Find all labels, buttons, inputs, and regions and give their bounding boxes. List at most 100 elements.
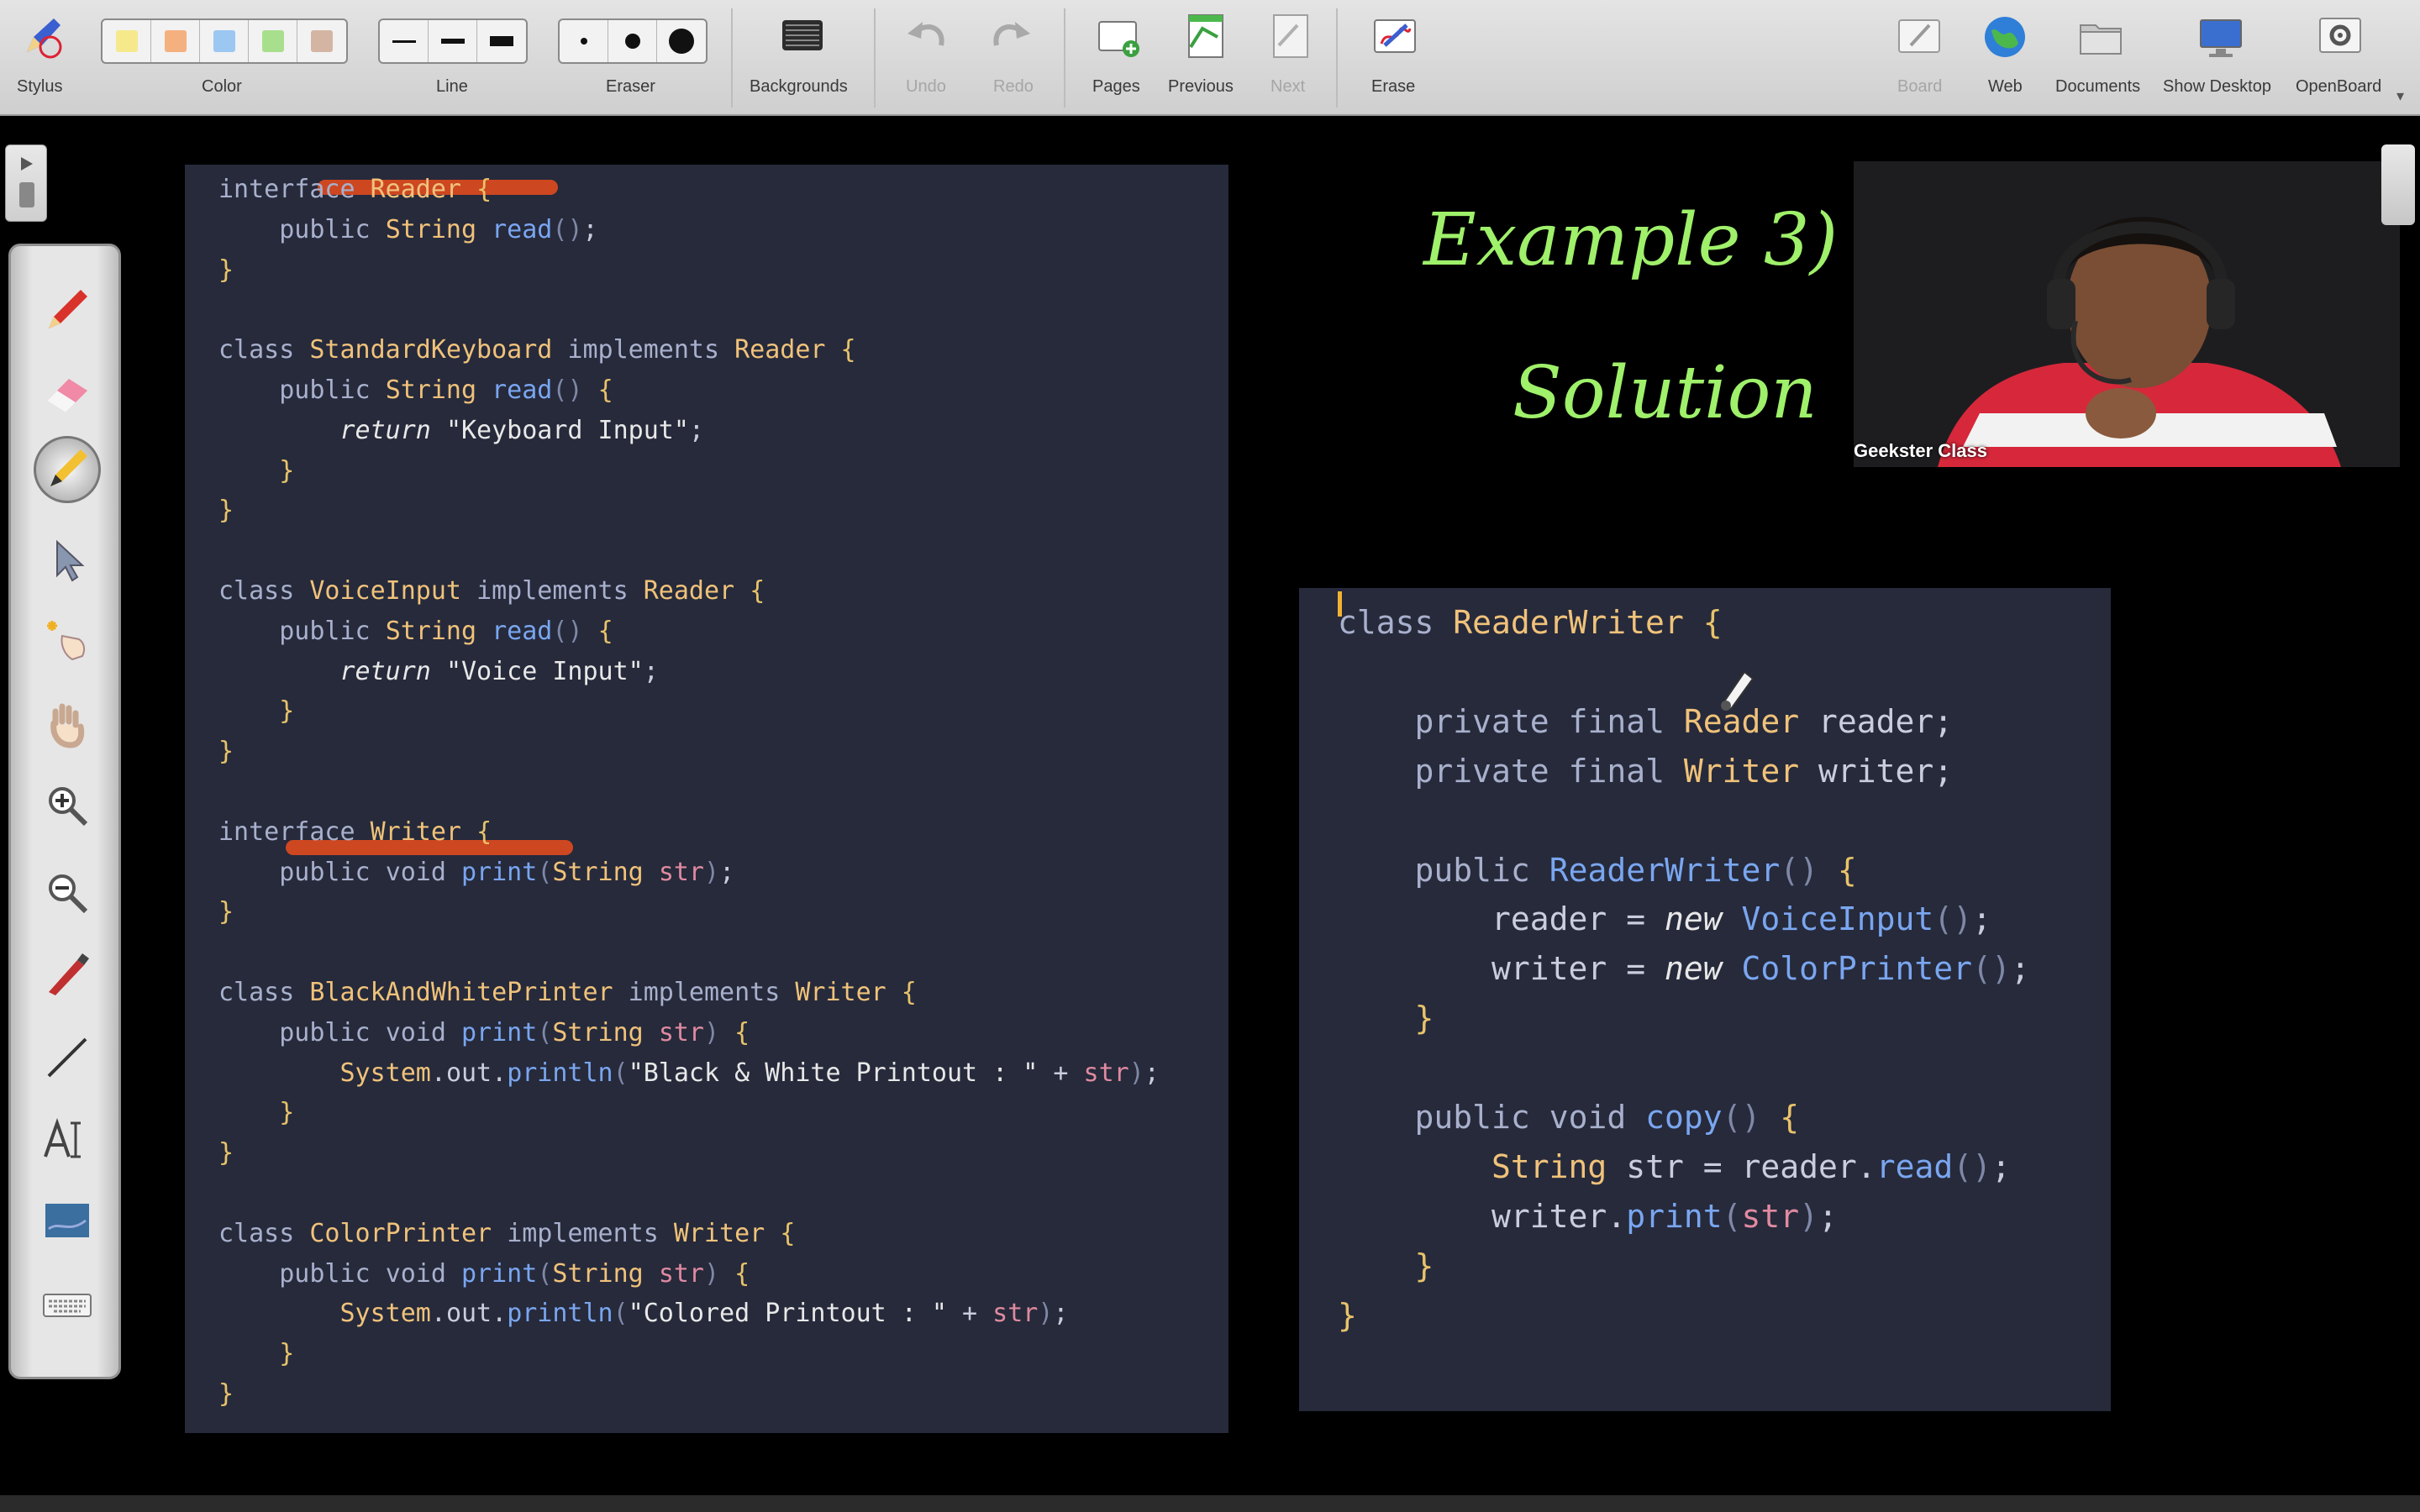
redo-button[interactable]: Redo [983,0,1040,116]
status-strip [0,1495,2420,1512]
line-icon [47,1037,87,1078]
toolbar-separator [874,8,876,108]
right-drawer-handle[interactable] [2381,144,2415,225]
stylus-button[interactable]: Stylus [8,0,76,116]
line-medium[interactable] [429,20,477,62]
erase-board-icon [1370,12,1420,62]
code-line: private final Writer writer; [1414,752,1954,790]
code-line: public void print(String str) { [279,1258,750,1289]
zoom-out-tool[interactable] [34,859,101,927]
code-line: public void copy() { [1414,1099,1800,1136]
line-thin[interactable] [380,20,429,62]
pen-icon [49,290,87,328]
code-line: public void print(String str); [279,857,735,887]
openboard-button[interactable]: OpenBoard [2291,0,2390,116]
eraser-tool[interactable] [34,359,101,426]
code-line: } [218,737,234,767]
show-desktop-icon [2196,12,2246,62]
web-label: Web [1988,77,2023,96]
erase-button[interactable]: Erase [1366,0,1423,116]
color-swatch[interactable] [200,20,249,62]
webcam-participant-name: Geekster Class [1854,440,1987,461]
previous-button[interactable]: Previous [1163,0,1245,116]
web-button[interactable]: Web [1976,0,2033,116]
zoom-in-icon [49,787,88,827]
eraser-medium[interactable] [608,20,657,62]
palette-toggle-button[interactable] [5,144,47,222]
erase-label: Erase [1371,77,1416,96]
color-swatch[interactable] [297,20,346,62]
handwritten-subtitle: Solution [1512,351,1818,435]
line-pen-tool[interactable] [34,940,101,1007]
keyboard-icon [43,1294,92,1317]
pages-icon [1092,12,1143,62]
backgrounds-icon [777,12,828,62]
code-snippet-interfaces: interface Reader { public String read();… [185,165,1228,1433]
eraser-label: Eraser [606,77,655,96]
code-line: interface Reader { [218,175,492,204]
pen-tool[interactable] [34,276,101,344]
line-thick[interactable] [477,20,526,62]
backgrounds-button[interactable]: Backgrounds [746,0,859,116]
board-button[interactable]: Board [1891,0,1948,116]
eraser-small[interactable] [560,20,608,62]
zoom-in-tool[interactable] [34,772,101,839]
code-line: } [218,1138,234,1168]
handwritten-annotation: Example 3) Solution [1395,168,1838,470]
play-arrow-icon [19,157,34,207]
color-selector[interactable] [101,18,348,64]
line-tool[interactable] [34,1024,101,1091]
code-snippet-readerwriter: class ReaderWriter { private final Reade… [1299,588,2111,1411]
line-pen-icon [49,953,89,995]
code-line: } [218,897,234,927]
code-line: } [218,255,234,285]
pages-button[interactable]: Pages [1087,0,1148,116]
next-label: Next [1270,77,1306,96]
show-desktop-button[interactable]: Show Desktop [2160,0,2282,116]
previous-page-icon [1179,12,1229,62]
code-line: } [1414,1247,1434,1284]
pen-cursor-icon [1721,670,1754,711]
code-line: } [1414,1000,1434,1037]
documents-label: Documents [2055,77,2141,96]
toolbar-separator [731,8,733,108]
code-line: interface Writer { [218,816,492,847]
line-width-selector[interactable] [378,18,528,64]
code-line: public String read() { [279,375,613,405]
hand-icon [50,703,85,748]
tool-palette [8,244,121,1379]
eraser-large[interactable] [657,20,706,62]
eraser-size-selector[interactable] [558,18,708,64]
marker-icon [50,449,87,486]
color-swatch[interactable] [249,20,297,62]
text-tool[interactable] [34,1106,101,1173]
chevron-down-icon[interactable]: ▾ [2396,87,2404,105]
code-line: public String read(); [279,214,598,244]
webcam-video [1854,161,2400,467]
code-line: writer = new ColorPrinter(); [1491,950,2030,988]
zoom-out-icon [49,874,88,914]
documents-button[interactable]: Documents [2050,0,2151,116]
undo-button[interactable]: Undo [897,0,955,116]
color-swatch[interactable] [103,20,151,62]
redo-icon [986,12,1037,62]
selector-tool[interactable] [34,527,101,594]
marker-tool[interactable] [34,436,101,503]
capture-tool[interactable] [34,1189,101,1256]
openboard-settings-icon [2315,12,2365,62]
code-line: System.out.println("Colored Printout : "… [339,1299,1069,1329]
color-swatch[interactable] [151,20,200,62]
laser-pointer-tool[interactable] [34,607,101,675]
show-desktop-label: Show Desktop [2163,77,2271,96]
hand-tool[interactable] [34,691,101,759]
code-line: reader = new VoiceInput(); [1491,900,1991,938]
toolbar: Stylus Color Line Eraser Backgrounds Und… [0,0,2420,116]
undo-label: Undo [906,77,946,96]
code-line: } [1338,1296,1357,1334]
selector-icon [56,539,85,582]
board-label: Board [1897,77,1943,96]
code-line: public ReaderWriter() { [1414,851,1857,889]
virtual-keyboard-tool[interactable] [34,1271,101,1338]
next-button[interactable]: Next [1260,0,1318,116]
web-globe-icon [1980,12,2030,62]
